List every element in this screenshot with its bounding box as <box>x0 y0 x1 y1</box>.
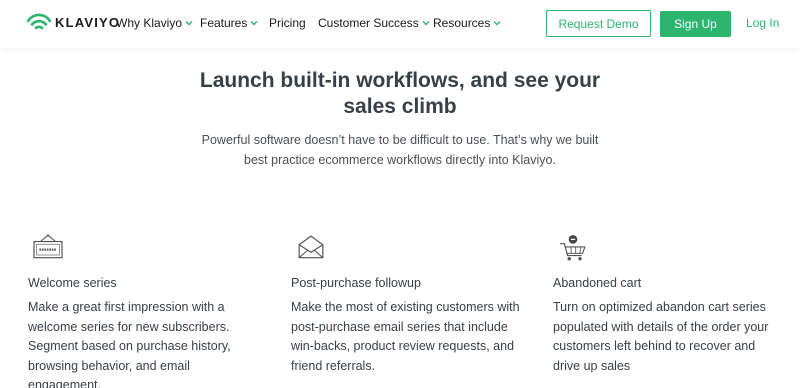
hero-title-line-1: Launch built-in workflows, and see your <box>199 69 601 92</box>
feature-description: Make a great first impression with a wel… <box>28 300 231 388</box>
hero-subtitle: Powerful software doesn’t have to be dif… <box>190 130 610 170</box>
nav-item-label: Customer Success <box>318 16 419 30</box>
hero-subtitle-line-1: Powerful software doesn’t have to be dif… <box>201 133 599 147</box>
request-demo-button[interactable]: Request Demo <box>546 10 651 37</box>
nav-item-pricing[interactable]: Pricing <box>269 16 306 30</box>
top-navbar: KLAVIYO Why Klaviyo Features Pricing Cus… <box>0 0 800 48</box>
nav-item-resources[interactable]: Resources <box>433 16 501 30</box>
feature-welcome-series: Welcome series Make a great first impres… <box>28 234 258 388</box>
nav-item-why-klaviyo[interactable]: Why Klaviyo <box>116 16 193 30</box>
feature-description: Make the most of existing customers with… <box>291 300 520 373</box>
feature-title: Abandoned cart <box>553 276 642 290</box>
nav-item-label: Pricing <box>269 16 306 30</box>
feature-description: Turn on optimized abandon cart series po… <box>553 300 769 373</box>
nav-item-label: Why Klaviyo <box>116 16 183 30</box>
sign-up-button[interactable]: Sign Up <box>660 11 731 37</box>
hero-title-line-2: sales climb <box>343 95 457 118</box>
feature-title: Welcome series <box>28 276 117 290</box>
shopping-cart-icon <box>560 235 586 261</box>
feature-title: Post-purchase followup <box>291 276 421 290</box>
nav-item-label: Resources <box>433 16 491 30</box>
brand-name: KLAVIYO <box>55 14 121 30</box>
wifi-signal-logo-icon <box>27 13 51 30</box>
welcome-sign-icon <box>33 234 63 259</box>
nav-item-label: Features <box>200 16 248 30</box>
chevron-down-icon <box>185 21 193 26</box>
feature-post-purchase-followup: Post-purchase followup Make the most of … <box>291 234 521 373</box>
hero-subtitle-line-2: best practice ecommerce workflows direct… <box>244 153 556 167</box>
log-in-link[interactable]: Log In <box>746 16 779 30</box>
chevron-down-icon <box>493 21 501 26</box>
nav-item-customer-success[interactable]: Customer Success <box>318 16 430 30</box>
chevron-down-icon <box>250 21 258 26</box>
hero-title: Launch built-in workflows, and see your … <box>150 68 650 120</box>
feature-abandoned-cart: Abandoned cart Turn on optimized abandon… <box>553 234 783 373</box>
nav-item-features[interactable]: Features <box>200 16 258 30</box>
klaviyo-logo[interactable]: KLAVIYO <box>27 13 120 31</box>
chevron-down-icon <box>422 21 430 26</box>
envelope-icon <box>298 235 324 259</box>
